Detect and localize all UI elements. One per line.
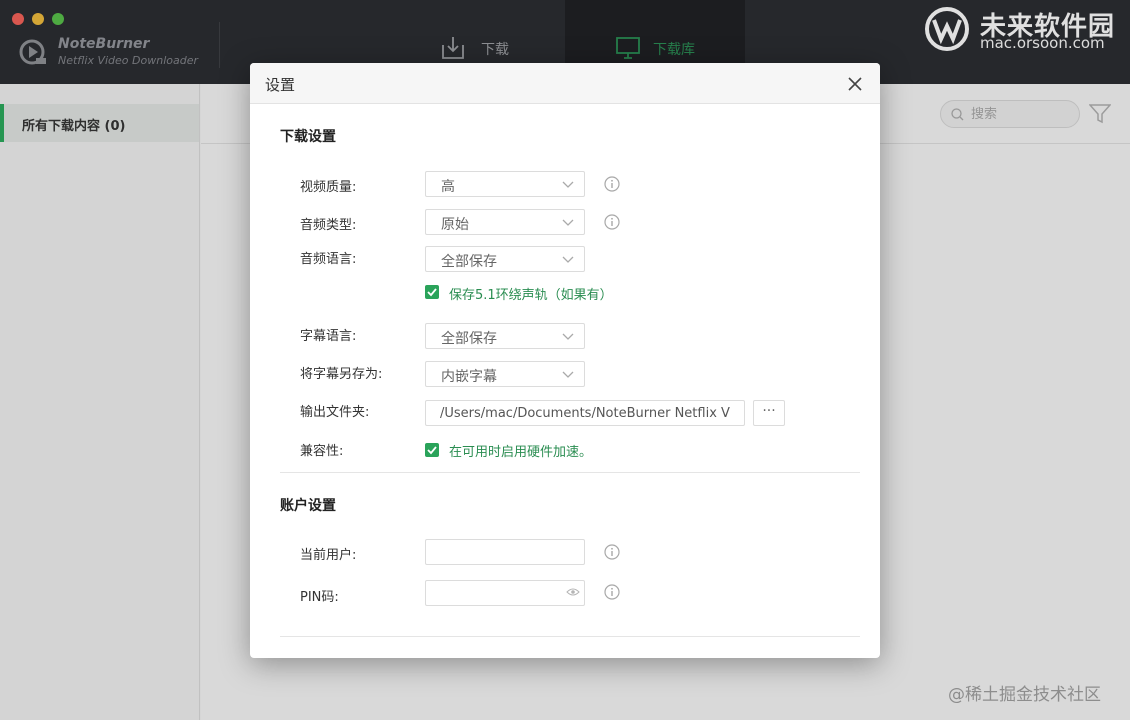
chevron-down-icon xyxy=(562,219,574,226)
hardware-acceleration-checkbox[interactable] xyxy=(425,443,439,457)
settings-dialog: 设置 下载设置 视频质量: 高 音频类型: 原始 音频语言: 全部保存 保存5.… xyxy=(250,63,880,658)
checkmark-icon xyxy=(427,288,437,297)
video-quality-select[interactable]: 高 xyxy=(425,171,585,197)
checkmark-icon xyxy=(427,446,437,455)
audio-language-label: 音频语言: xyxy=(300,252,357,267)
section-divider xyxy=(280,472,860,473)
video-quality-label: 视频质量: xyxy=(300,180,357,195)
current-user-label: 当前用户: xyxy=(300,548,357,563)
audio-language-select[interactable]: 全部保存 xyxy=(425,246,585,272)
audio-language-value: 全部保存 xyxy=(441,254,497,270)
subtitle-language-label: 字幕语言: xyxy=(300,329,357,344)
info-icon[interactable] xyxy=(604,214,620,230)
account-settings-title: 账户设置 xyxy=(280,498,336,514)
app-window: NoteBurner Netflix Video Downloader 下载 下… xyxy=(0,0,1130,720)
output-folder-input[interactable] xyxy=(425,400,745,426)
eye-icon[interactable] xyxy=(566,587,580,597)
audio-type-select[interactable]: 原始 xyxy=(425,209,585,235)
hardware-acceleration-label[interactable]: 在可用时启用硬件加速。 xyxy=(449,441,592,460)
download-settings-title: 下载设置 xyxy=(280,129,336,145)
current-user-input[interactable] xyxy=(425,539,585,565)
dialog-title: 设置 xyxy=(265,76,296,94)
audio-type-label: 音频类型: xyxy=(300,218,357,233)
audio-type-value: 原始 xyxy=(441,217,469,233)
dialog-header: 设置 xyxy=(250,63,880,104)
section-divider xyxy=(280,636,860,637)
browse-folder-button[interactable]: ··· xyxy=(753,400,785,426)
video-quality-value: 高 xyxy=(441,179,455,195)
subtitle-save-as-value: 内嵌字幕 xyxy=(441,369,497,385)
chevron-down-icon xyxy=(562,371,574,378)
chevron-down-icon xyxy=(562,181,574,188)
chevron-down-icon xyxy=(562,333,574,340)
chevron-down-icon xyxy=(562,256,574,263)
pin-input[interactable] xyxy=(425,580,585,606)
pin-label: PIN码: xyxy=(300,590,339,605)
subtitle-save-as-select[interactable]: 内嵌字幕 xyxy=(425,361,585,387)
subtitle-language-select[interactable]: 全部保存 xyxy=(425,323,585,349)
info-icon[interactable] xyxy=(604,544,620,560)
info-icon[interactable] xyxy=(604,176,620,192)
surround-51-label[interactable]: 保存5.1环绕声轨（如果有） xyxy=(449,284,613,303)
subtitle-save-as-label: 将字幕另存为: xyxy=(300,367,383,382)
close-icon[interactable] xyxy=(846,75,864,93)
surround-51-checkbox[interactable] xyxy=(425,285,439,299)
compatibility-label: 兼容性: xyxy=(300,444,344,459)
info-icon[interactable] xyxy=(604,584,620,600)
output-folder-label: 输出文件夹: xyxy=(300,405,370,420)
subtitle-language-value: 全部保存 xyxy=(441,331,497,347)
